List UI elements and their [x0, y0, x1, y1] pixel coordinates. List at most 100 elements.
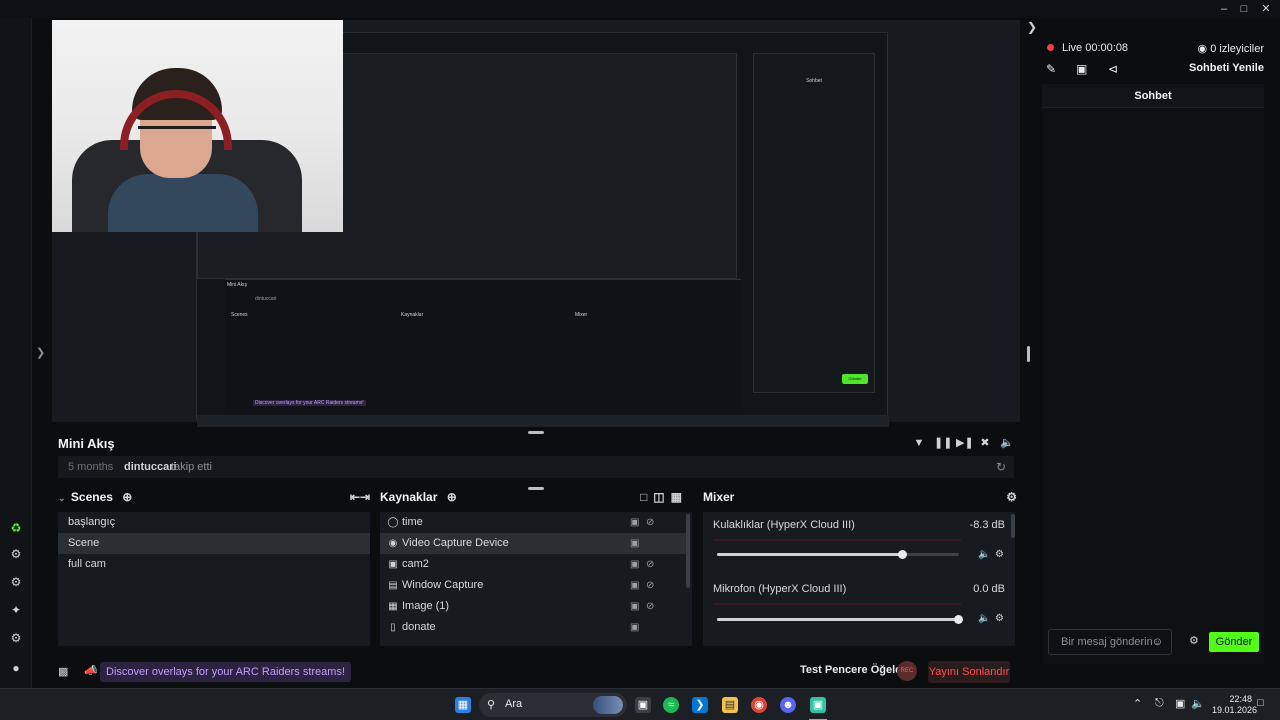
left-nav-rail: ♻ ⚙ ⚙ ✦ ⚙ ● [0, 18, 32, 688]
spotify-icon[interactable]: ≈ [663, 697, 679, 713]
lock-icon[interactable]: ▣ [630, 617, 639, 638]
streamlabs-icon[interactable]: ▣ [810, 697, 826, 713]
nested-chat-panel: Sohbet Gönder [753, 53, 875, 393]
task-view-icon[interactable]: ▣ [635, 697, 651, 713]
app-window: – □ ✕ ♻ ⚙ ⚙ ✦ ⚙ ● ❯ Sohbet Gönder Mini A… [0, 0, 1280, 720]
test-widgets-button[interactable]: Test Pencere Öğeleri [800, 664, 909, 676]
promo-banner[interactable]: Discover overlays for your ARC Raiders s… [100, 662, 352, 682]
sources-list: ◯ time ▣ ⊘ ◉ Video Capture Device ▣ ▣ ca… [380, 512, 692, 646]
source-item[interactable]: ▤ Window Capture ▣ ⊘ [380, 575, 686, 596]
filter-icon[interactable]: ▼ [912, 436, 926, 450]
viewer-count-label: 0 izleyiciler [1210, 43, 1264, 55]
source-label: time [402, 516, 423, 528]
eye-off-icon[interactable]: ⊘ [646, 575, 654, 596]
volume-knob[interactable] [898, 550, 908, 559]
source-item[interactable]: ◉ Video Capture Device ▣ [380, 533, 686, 554]
mixer-settings-icon[interactable]: ⚙ [1006, 490, 1017, 504]
speaker-icon[interactable]: 🔈 [978, 549, 990, 560]
emoji-icon[interactable]: ☺ [1152, 630, 1163, 654]
notification-icon[interactable]: □ [1257, 697, 1264, 709]
chevron-up-icon[interactable]: ⌃ [1133, 697, 1142, 710]
lock-icon[interactable]: ▣ [630, 596, 639, 617]
eye-off-icon[interactable]: ⊘ [646, 554, 654, 575]
lock-icon[interactable]: ▣ [630, 512, 639, 533]
discord-icon[interactable]: ☻ [780, 697, 796, 713]
close-icon[interactable]: ✕ [1254, 2, 1278, 16]
camera-icon: ▣ [388, 559, 398, 570]
mini-feed: Mini Akış ▼ ❚❚ ▶❚ ✖ 🔈 5 months dintuccar… [52, 430, 1020, 486]
refresh-chat-button[interactable]: Sohbeti Yenile [1189, 62, 1264, 74]
mute-alerts-icon[interactable]: ✖ [978, 436, 992, 450]
speaker-icon[interactable]: 🔈 [978, 613, 990, 624]
system-clock[interactable]: 22:48 19.01.2026 [1212, 694, 1257, 716]
edit-icon[interactable]: ✎ [1046, 62, 1056, 76]
vscode-icon[interactable]: ❯ [692, 697, 708, 713]
lock-icon[interactable]: ▣ [630, 533, 639, 554]
stats-icon[interactable]: ▩ [58, 665, 68, 678]
eye-off-icon[interactable]: ⊘ [646, 512, 654, 533]
feed-user[interactable]: dintuccari [124, 461, 177, 473]
skip-icon[interactable]: ▶❚ [956, 436, 974, 450]
image-icon: ▦ [388, 601, 398, 612]
scene-item[interactable]: full cam [58, 554, 370, 575]
rec-button[interactable]: REC [897, 661, 917, 681]
profile-icon[interactable]: ● [8, 660, 24, 676]
lock-icon[interactable]: ▣ [630, 575, 639, 596]
clock-time: 22:48 [1229, 694, 1252, 704]
highlighter-icon[interactable]: ✦ [8, 602, 24, 618]
settings-icon[interactable]: ⚙ [8, 630, 24, 646]
gear-icon[interactable]: ⚙ [995, 613, 1004, 624]
end-stream-button[interactable]: Yayını Sonlandır [928, 661, 1010, 683]
app-store-icon[interactable]: ⚙ [8, 574, 24, 590]
share-icon[interactable]: ⊲ [1108, 62, 1118, 76]
volume-slider[interactable] [717, 550, 959, 559]
chat-panel: Sohbet Bir mesaj gönderin ☺ ⚙ Gönder [1042, 84, 1264, 664]
source-item[interactable]: ▣ cam2 ▣ ⊘ [380, 554, 686, 575]
sources-header: Kaynaklar ⊕ □◫▦ [380, 490, 694, 508]
source-tools-icon[interactable]: □◫▦ [640, 490, 688, 504]
chat-input[interactable]: Bir mesaj gönderin ☺ [1048, 629, 1172, 655]
live-editor-icon[interactable]: ♻ [8, 520, 24, 536]
pause-icon[interactable]: ❚❚ [934, 436, 952, 450]
themes-icon[interactable]: ⚙ [8, 546, 24, 562]
volume-knob[interactable] [954, 615, 963, 624]
gear-icon[interactable]: ⚙ [995, 549, 1004, 560]
resize-handle[interactable] [1027, 346, 1030, 362]
eye-off-icon[interactable]: ⊘ [646, 596, 654, 617]
network-icon[interactable]: ▣ [1175, 697, 1185, 710]
volume-icon[interactable]: 🔈 [1191, 697, 1205, 710]
chat-settings-icon[interactable]: ⚙ [1189, 634, 1199, 647]
add-source-icon[interactable]: ⊕ [447, 490, 457, 504]
volume-icon[interactable]: 🔈 [1000, 436, 1014, 450]
video-icon[interactable]: ▣ [1076, 62, 1087, 76]
chevron-right-icon[interactable]: ❯ [36, 346, 45, 359]
chevron-down-icon[interactable]: ⌄ [58, 493, 66, 503]
title-bar: – □ ✕ [0, 0, 1280, 18]
source-item[interactable]: ▯ donate ▣ [380, 617, 686, 638]
sources-scrollbar[interactable] [686, 514, 690, 588]
volume-slider[interactable] [717, 615, 963, 624]
eye-icon: ◉ [1197, 43, 1211, 55]
lock-icon[interactable]: ▣ [630, 554, 639, 575]
transition-icon[interactable]: ⇤⇥ [350, 490, 370, 504]
chrome-icon[interactable]: ◉ [751, 697, 767, 713]
microphone-icon[interactable]: ⎋ [1155, 697, 1164, 710]
add-scene-icon[interactable]: ⊕ [122, 490, 132, 504]
chevron-right-icon[interactable]: ❯ [1027, 20, 1037, 34]
send-button[interactable]: Gönder [1209, 632, 1259, 652]
mixer-scrollbar[interactable] [1011, 514, 1015, 538]
stream-preview: Sohbet Gönder Mini Akış dintuccari Scene… [52, 20, 1020, 427]
source-item[interactable]: ▦ Image (1) ▣ ⊘ [380, 596, 686, 617]
replay-icon[interactable]: ↻ [996, 460, 1006, 474]
maximize-icon[interactable]: □ [1232, 2, 1256, 16]
scene-item[interactable]: başlangıç [58, 512, 370, 533]
scene-item[interactable]: Scene [58, 533, 370, 554]
taskbar-search[interactable]: ⚲ Ara [479, 693, 627, 717]
source-item[interactable]: ◯ time ▣ ⊘ [380, 512, 686, 533]
scene-label: full cam [68, 558, 106, 570]
text-icon: ▯ [390, 622, 396, 633]
start-icon[interactable]: ▦ [455, 697, 471, 713]
nested-feed-user: dintuccari [255, 296, 277, 302]
glasses-shape [138, 126, 216, 146]
file-explorer-icon[interactable]: ▤ [722, 697, 738, 713]
